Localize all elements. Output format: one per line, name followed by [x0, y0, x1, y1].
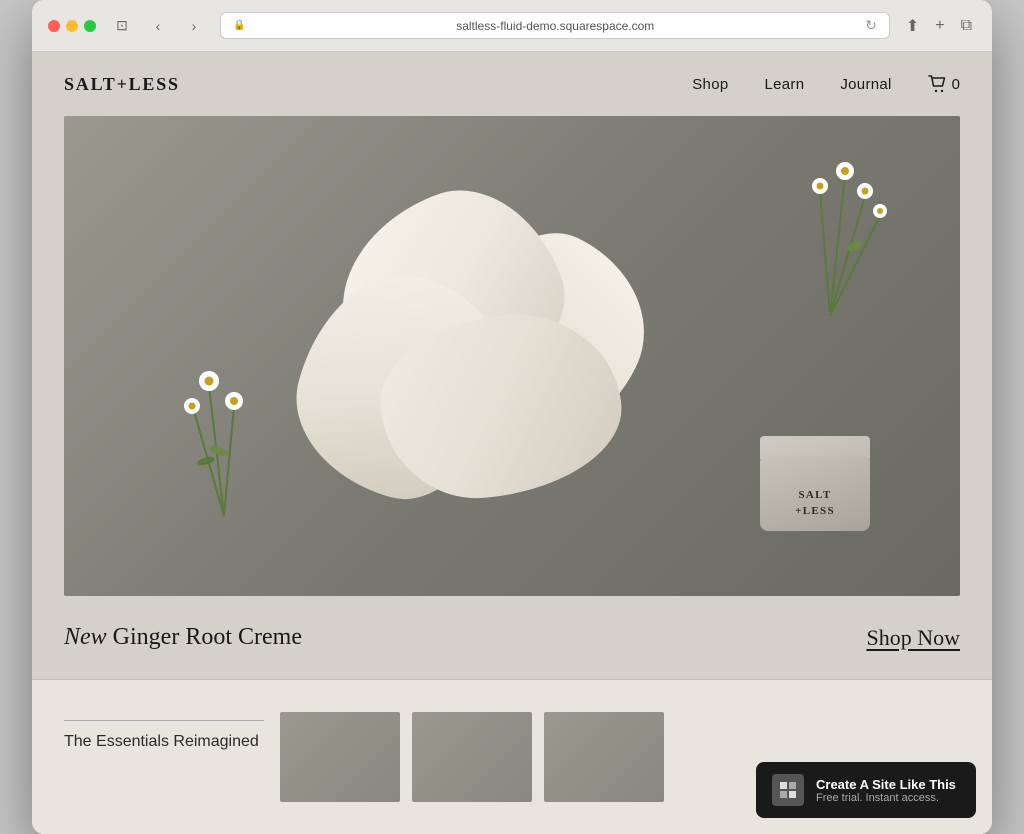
minimize-button[interactable] [66, 20, 78, 32]
browser-actions: ⬆ + ⧉ [902, 14, 976, 38]
address-bar[interactable]: 🔒 saltless-fluid-demo.squarespace.com ↻ [220, 12, 890, 39]
jar-body: SALT +LESS [760, 456, 870, 531]
foam-sculpture [281, 156, 701, 556]
hero-caption: New Ginger Root Creme Shop Now [32, 596, 992, 680]
essentials-text: The Essentials Reimagined [64, 712, 264, 751]
hero-title-italic: New [64, 624, 107, 650]
essentials-label: The Essentials Reimagined [64, 720, 264, 751]
browser-chrome: ⊡ ‹ › 🔒 saltless-fluid-demo.squarespace.… [32, 0, 992, 52]
cream-jar: SALT +LESS [760, 436, 880, 536]
shop-now-button[interactable]: Shop Now [866, 625, 960, 651]
hero-image-container: SALT +LESS [64, 116, 960, 596]
nav-learn[interactable]: Learn [764, 76, 804, 93]
maximize-button[interactable] [84, 20, 96, 32]
squarespace-icon [772, 774, 804, 806]
create-text: Create A Site Like This Free trial. Inst… [816, 777, 956, 804]
back-button[interactable]: ‹ [144, 15, 172, 37]
site-header: SALT+LESS Shop Learn Journal 0 [32, 52, 992, 116]
hero-title-rest: Ginger Root Creme [113, 624, 302, 650]
nav-journal[interactable]: Journal [840, 76, 891, 93]
create-headline: Create A Site Like This [816, 777, 956, 792]
jar-label: SALT +LESS [795, 488, 835, 519]
bottom-section-wrapper: The Essentials Reimagined [32, 680, 992, 834]
hero-image: SALT +LESS [64, 116, 960, 596]
nav-shop[interactable]: Shop [692, 76, 728, 93]
lock-icon: 🔒 [233, 20, 245, 31]
browser-controls: ⊡ ‹ › [108, 15, 208, 37]
refresh-button[interactable]: ↻ [865, 17, 877, 34]
url-text: saltless-fluid-demo.squarespace.com [251, 19, 859, 33]
new-tab-button[interactable]: + [931, 15, 948, 37]
sidebar-toggle-button[interactable]: ⊡ [108, 15, 136, 37]
traffic-lights [48, 20, 96, 32]
flowers-left [164, 356, 284, 516]
product-thumb-2[interactable] [412, 712, 532, 802]
hero-title: New Ginger Root Creme [64, 624, 302, 651]
website-content: SALT+LESS Shop Learn Journal 0 [32, 52, 992, 834]
cart-count: 0 [952, 76, 960, 93]
create-site-banner[interactable]: Create A Site Like This Free trial. Inst… [756, 762, 976, 818]
browser-window: ⊡ ‹ › 🔒 saltless-fluid-demo.squarespace.… [32, 0, 992, 834]
product-thumb-3[interactable] [544, 712, 664, 802]
cart-icon[interactable]: 0 [928, 75, 960, 93]
share-button[interactable]: ⬆ [902, 14, 923, 38]
cart-svg-icon [928, 75, 948, 93]
close-button[interactable] [48, 20, 60, 32]
product-thumb-1[interactable] [280, 712, 400, 802]
create-subtext: Free trial. Instant access. [816, 792, 956, 804]
tabs-button[interactable]: ⧉ [957, 15, 976, 37]
forward-button[interactable]: › [180, 15, 208, 37]
site-nav: Shop Learn Journal 0 [692, 75, 960, 93]
site-logo[interactable]: SALT+LESS [64, 74, 180, 95]
flowers-right [790, 136, 910, 316]
